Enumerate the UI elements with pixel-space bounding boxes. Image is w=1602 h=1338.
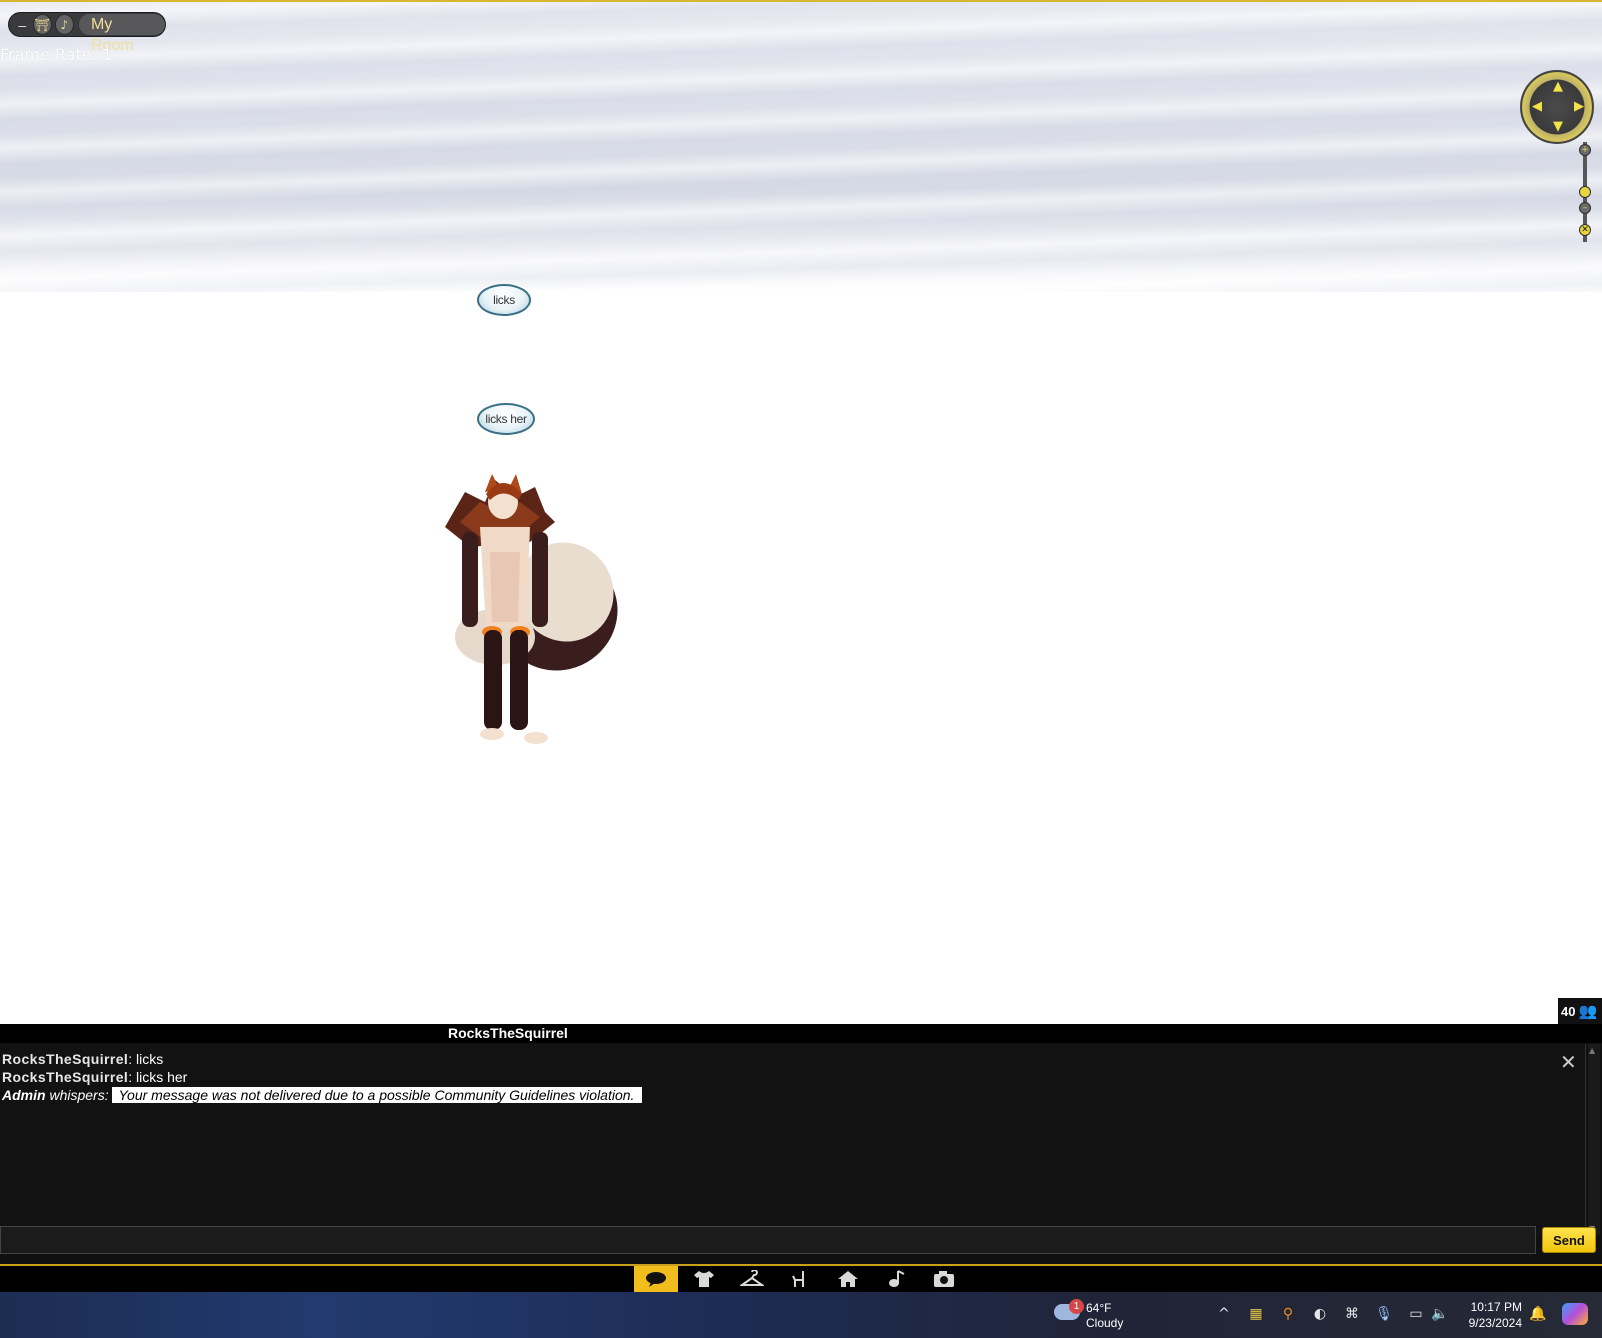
arrow-up-icon[interactable]: ▲ bbox=[1553, 80, 1563, 93]
message-sender[interactable]: RocksTheSquirrel bbox=[2, 1051, 128, 1067]
network-app-icon[interactable]: ⌘ bbox=[1342, 1304, 1362, 1324]
shirt-icon[interactable] bbox=[682, 1266, 726, 1292]
speech-bubble: licks her bbox=[477, 403, 535, 435]
bottom-toolbar bbox=[0, 1264, 1602, 1292]
notification-bell-icon[interactable]: 🔔 bbox=[1528, 1304, 1548, 1324]
user-count-badge[interactable]: 40 👥 bbox=[1558, 998, 1602, 1024]
volume-icon[interactable]: 🔈 bbox=[1430, 1304, 1450, 1324]
send-button[interactable]: Send bbox=[1542, 1227, 1596, 1253]
system-clock[interactable]: 10:17 PM 9/23/2024 bbox=[1462, 1299, 1522, 1331]
minimize-button[interactable]: – bbox=[15, 17, 30, 33]
sky-backdrop bbox=[0, 2, 1602, 292]
zoom-out-icon[interactable]: – bbox=[1579, 202, 1591, 214]
close-icon[interactable]: ✕ bbox=[1560, 1050, 1577, 1075]
room-viewport[interactable]: – ⛩ ♪ My Room Frame Rate: 1 ▲ ▼ ◀ ▶ + – … bbox=[0, 0, 1602, 1024]
chat-message: Admin whispers: Your message was not del… bbox=[2, 1086, 643, 1104]
zoom-in-icon[interactable]: + bbox=[1579, 144, 1591, 156]
chat-message: RocksTheSquirrel: licks bbox=[2, 1050, 163, 1068]
arrow-left-icon[interactable]: ◀ bbox=[1532, 100, 1542, 113]
search-tray-icon[interactable]: ⚲ bbox=[1278, 1304, 1298, 1324]
microphone-icon[interactable]: 🎙 bbox=[1374, 1304, 1394, 1324]
chat-header: RocksTheSquirrel bbox=[0, 1024, 1602, 1043]
clock-time: 10:17 PM bbox=[1470, 1300, 1522, 1314]
message-sender[interactable]: Admin bbox=[2, 1087, 46, 1103]
clock-date: 9/23/2024 bbox=[1468, 1316, 1522, 1330]
room-tools-icon[interactable]: ⛩ bbox=[32, 14, 52, 35]
speech-bubble: licks bbox=[477, 284, 531, 316]
whisper-label: whispers: bbox=[49, 1087, 109, 1103]
chat-log[interactable]: RocksTheSquirrel: licks RocksTheSquirrel… bbox=[0, 1044, 1586, 1235]
avatar-character[interactable] bbox=[440, 472, 630, 762]
arrow-down-icon[interactable]: ▼ bbox=[1553, 120, 1563, 133]
room-music-icon[interactable]: ♪ bbox=[54, 14, 74, 35]
display-icon[interactable]: ▭ bbox=[1406, 1304, 1426, 1324]
copilot-icon[interactable] bbox=[1562, 1303, 1588, 1325]
windows-taskbar: 1 64°F Cloudy ^ ▦ ⚲ ◐ ⌘ 🎙 ▭ 🔈 10:17 PM 9… bbox=[0, 1292, 1602, 1338]
zoom-handle-icon[interactable] bbox=[1579, 186, 1591, 198]
room-title[interactable]: My Room bbox=[78, 14, 165, 54]
people-icon: 👥 bbox=[1578, 1002, 1598, 1020]
scroll-up-icon[interactable]: ▲ bbox=[1589, 1046, 1595, 1055]
frame-rate-label: Frame Rate: 1 bbox=[0, 45, 113, 64]
arrow-right-icon[interactable]: ▶ bbox=[1574, 100, 1584, 113]
nav-compass-icon[interactable]: ▲ ▼ ◀ ▶ bbox=[1520, 70, 1594, 144]
chat-panel: 40 👥 RocksTheSquirrel RocksTheSquirrel: … bbox=[0, 998, 1602, 1264]
chat-scrollbar[interactable]: ▲ ▼ bbox=[1588, 1044, 1600, 1235]
music-note-icon[interactable] bbox=[874, 1266, 918, 1292]
chat-message: RocksTheSquirrel: licks her bbox=[2, 1068, 187, 1086]
app-tray-icon[interactable]: ▦ bbox=[1246, 1304, 1266, 1324]
reset-camera-icon[interactable]: ✕ bbox=[1579, 224, 1591, 236]
weather-condition: Cloudy bbox=[1086, 1316, 1124, 1330]
guideline-warning: Your message was not delivered due to a … bbox=[112, 1087, 643, 1103]
weather-temp: 64°F bbox=[1086, 1301, 1112, 1315]
chat-header-name: RocksTheSquirrel bbox=[448, 1025, 568, 1041]
message-text: : licks bbox=[128, 1051, 164, 1067]
room-title-bar: – ⛩ ♪ My Room bbox=[8, 12, 166, 54]
steam-icon[interactable]: ◐ bbox=[1310, 1304, 1330, 1324]
weather-badge: 1 bbox=[1069, 1299, 1084, 1314]
hanger-icon[interactable] bbox=[730, 1266, 774, 1292]
message-sender[interactable]: RocksTheSquirrel bbox=[2, 1069, 128, 1085]
camera-icon[interactable] bbox=[922, 1266, 966, 1292]
weather-widget[interactable]: 1 64°F Cloudy bbox=[1054, 1299, 1164, 1332]
chat-bubble-icon[interactable] bbox=[634, 1266, 678, 1292]
chevron-up-icon[interactable]: ^ bbox=[1214, 1304, 1234, 1324]
home-icon[interactable] bbox=[826, 1266, 870, 1292]
chair-icon[interactable] bbox=[778, 1266, 822, 1292]
message-text: : licks her bbox=[128, 1069, 188, 1085]
chat-input[interactable] bbox=[0, 1226, 1536, 1254]
user-count-value: 40 bbox=[1561, 1003, 1576, 1019]
